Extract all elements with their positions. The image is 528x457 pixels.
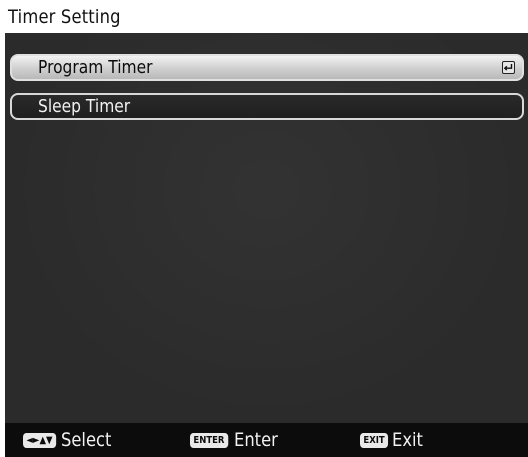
enter-hint-label: Enter [233, 429, 278, 451]
timer-menu-panel: Program Timer Sleep Timer [5, 33, 528, 423]
select-hint-label: Select [60, 429, 112, 451]
menu-item-label: Sleep Timer [38, 96, 131, 117]
arrow-keys-icon: ◄►▲▼ [23, 432, 56, 448]
exit-hint-label: Exit [392, 429, 424, 451]
enter-hint: ENTER Enter [190, 428, 285, 452]
enter-key-icon: ENTER [190, 432, 228, 448]
menu-item-program-timer[interactable]: Program Timer [10, 54, 524, 81]
menu-item-sleep-timer[interactable]: Sleep Timer [10, 93, 524, 120]
enter-return-icon [502, 61, 515, 74]
menu-item-label: Program Timer [38, 57, 153, 78]
footer-key-hints: ◄►▲▼ Select ENTER Enter EXIT Exit [5, 423, 528, 457]
page-title: Timer Setting [8, 6, 121, 28]
select-hint: ◄►▲▼ Select [23, 428, 119, 452]
exit-hint: EXIT Exit [360, 428, 428, 452]
exit-key-icon: EXIT [360, 432, 389, 448]
